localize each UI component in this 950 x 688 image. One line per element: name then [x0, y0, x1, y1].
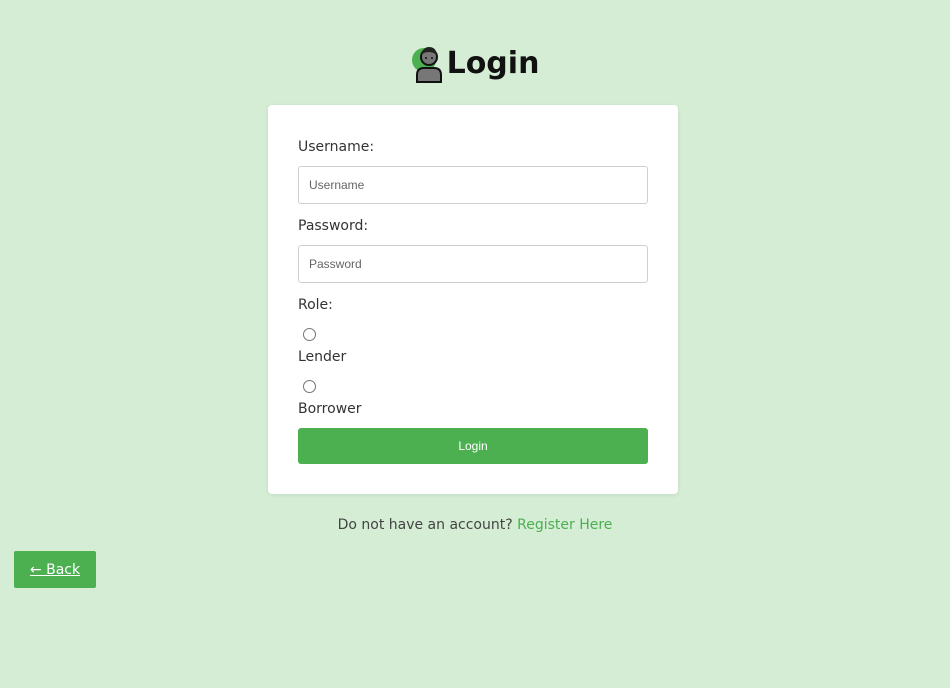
password-label: Password:: [298, 218, 369, 234]
page-title: Login: [446, 46, 540, 81]
page-heading: Login: [0, 44, 950, 84]
login-button[interactable]: Login: [298, 428, 648, 464]
back-button[interactable]: ← Back: [14, 551, 96, 588]
register-link[interactable]: Register Here: [517, 517, 612, 533]
username-input[interactable]: [298, 166, 648, 204]
role-radio-borrower[interactable]: [303, 380, 316, 393]
register-prompt: Do not have an account? Register Here: [0, 515, 950, 535]
register-prompt-text: Do not have an account?: [337, 517, 518, 533]
role-option-lender-label: Lender: [298, 349, 347, 365]
role-label: Role:: [298, 297, 333, 313]
login-page: Login Username: Password: Role: Lender B…: [0, 0, 950, 688]
username-label: Username:: [298, 139, 375, 155]
role-option-borrower-label: Borrower: [298, 401, 362, 417]
role-radio-lender[interactable]: [303, 328, 316, 341]
user-icon: [411, 44, 447, 84]
login-form-card: Username: Password: Role: Lender Borrowe…: [268, 105, 678, 494]
password-input[interactable]: [298, 245, 648, 283]
